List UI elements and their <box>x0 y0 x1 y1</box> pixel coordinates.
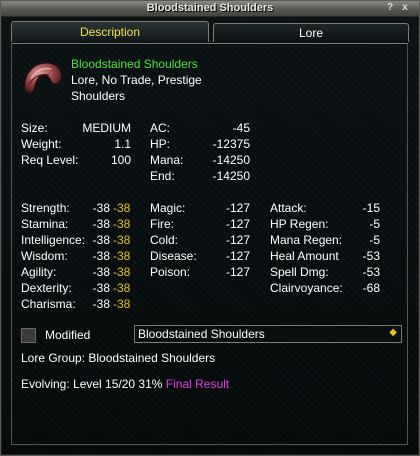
window-title: Bloodstained Shoulders <box>146 2 274 14</box>
tab-lore[interactable]: Lore <box>213 23 409 42</box>
weight-label: Weight: <box>21 137 62 151</box>
mod-value: -5 <box>369 233 380 247</box>
resist-label: Cold: <box>150 233 179 247</box>
ac-label: AC: <box>150 121 171 135</box>
ac-value: -45 <box>232 121 250 135</box>
mod-label: Clairvoyance: <box>270 281 343 295</box>
item-name: Bloodstained Shoulders <box>71 57 198 71</box>
attr-heroic: -38 <box>113 265 131 279</box>
attr-label: Dexterity: <box>21 281 72 295</box>
item-flags: Lore, No Trade, Prestige <box>71 73 202 87</box>
attr-value: -38 <box>92 217 110 231</box>
title-bar[interactable]: Bloodstained Shoulders ? x <box>1 1 419 17</box>
attr-label: Wisdom: <box>21 249 68 263</box>
attr-heroic: -38 <box>113 201 131 215</box>
mod-value: -15 <box>362 201 380 215</box>
attr-value: -38 <box>92 265 110 279</box>
modified-label: Modified <box>45 328 91 342</box>
item-slot: Shoulders <box>71 89 126 103</box>
attr-value: -38 <box>92 201 110 215</box>
req-level-value: 100 <box>110 153 131 167</box>
attr-heroic: -38 <box>113 249 131 263</box>
attr-value: -38 <box>92 297 110 311</box>
evolving-text: Evolving: Level 15/20 31% <box>21 377 163 391</box>
mod-label: Attack: <box>270 201 307 215</box>
attr-label: Stamina: <box>21 217 69 231</box>
augment-select[interactable]: Bloodstained Shoulders ◆ <box>134 325 402 343</box>
attr-label: Intelligence: <box>21 233 86 247</box>
select-value: Bloodstained Shoulders <box>138 327 265 341</box>
attr-label: Charisma: <box>21 297 76 311</box>
mana-value: -14250 <box>212 153 250 167</box>
attr-value: -38 <box>92 249 110 263</box>
attr-value: -38 <box>92 233 110 247</box>
resist-label: Poison: <box>150 265 191 279</box>
shoulder-armor-icon <box>21 59 65 99</box>
close-button[interactable]: x <box>400 3 410 13</box>
final-result-link[interactable]: Final Result <box>166 377 229 391</box>
mod-label: Spell Dmg: <box>270 265 329 279</box>
mod-label: HP Regen: <box>270 217 329 231</box>
modified-checkbox[interactable] <box>21 328 36 343</box>
resist-value: -127 <box>225 217 250 231</box>
mod-value: -68 <box>362 281 380 295</box>
attr-heroic: -38 <box>113 281 131 295</box>
end-value: -14250 <box>212 169 250 183</box>
attr-label: Agility: <box>21 265 57 279</box>
resist-label: Disease: <box>150 249 197 263</box>
diamond-arrow-icon[interactable]: ◆ <box>389 327 397 338</box>
attr-heroic: -38 <box>113 233 131 247</box>
tab-bar: Description Lore <box>11 21 409 43</box>
item-window: Bloodstained Shoulders ? x Description L… <box>0 0 420 456</box>
help-button[interactable]: ? <box>385 3 395 13</box>
mod-value: -53 <box>362 265 380 279</box>
evolving-row: Evolving: Level 15/20 31% Final Result <box>21 377 229 391</box>
mod-label: Heal Amount <box>270 249 339 263</box>
attr-heroic: -38 <box>113 297 131 311</box>
end-label: End: <box>150 169 175 183</box>
resist-label: Magic: <box>150 201 186 215</box>
mana-label: Mana: <box>150 153 184 167</box>
attr-value: -38 <box>92 281 110 295</box>
req-level-label: Req Level: <box>21 153 79 167</box>
resist-value: -127 <box>225 233 250 247</box>
resist-label: Fire: <box>150 217 174 231</box>
attr-heroic: -38 <box>113 217 131 231</box>
size-label: Size: <box>21 121 48 135</box>
resist-value: -127 <box>225 201 250 215</box>
weight-value: 1.1 <box>114 137 131 151</box>
hp-value: -12375 <box>212 137 250 151</box>
resist-value: -127 <box>225 249 250 263</box>
mod-value: -5 <box>369 217 380 231</box>
attr-label: Strength: <box>21 201 70 215</box>
mod-label: Mana Regen: <box>270 233 343 247</box>
tab-description[interactable]: Description <box>11 21 209 42</box>
lore-group: Lore Group: Bloodstained Shoulders <box>21 351 216 365</box>
hp-label: HP: <box>150 137 171 151</box>
resist-value: -127 <box>225 265 250 279</box>
mod-value: -53 <box>362 249 380 263</box>
size-value: MEDIUM <box>82 121 131 135</box>
